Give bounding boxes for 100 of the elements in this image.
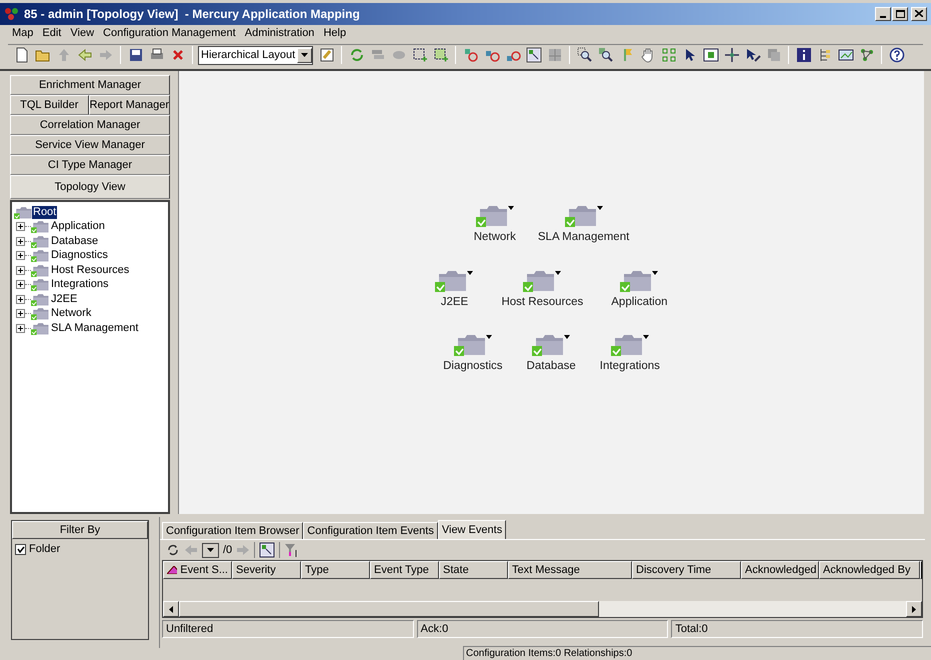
page-dropdown[interactable]	[202, 542, 219, 558]
checkbox[interactable]	[15, 544, 26, 555]
caret-icon	[301, 53, 308, 58]
pointer-pencil-icon[interactable]	[744, 47, 761, 64]
back-arrow-icon[interactable]	[76, 47, 92, 64]
dropdown-arrow-icon[interactable]	[652, 270, 658, 275]
menu-item[interactable]: Map	[12, 24, 34, 42]
dropdown-arrow-icon[interactable]	[467, 270, 474, 275]
column-header[interactable]: Type	[301, 561, 370, 580]
folder-icon	[31, 292, 49, 306]
window-title: 85 - admin [Topology View] - Mercury Application Mapping	[24, 6, 360, 23]
save-icon[interactable]	[128, 47, 144, 64]
select-add-icon[interactable]	[412, 47, 428, 64]
nav-button[interactable]: Service View Manager	[10, 135, 170, 156]
column-header[interactable]: Event S...	[163, 561, 232, 580]
column-header[interactable]: Event Type	[370, 561, 439, 580]
zoom-icon[interactable]	[598, 47, 614, 64]
nav-button[interactable]: Enrichment Manager	[10, 75, 170, 96]
tree-item[interactable]: Host Resources	[50, 264, 130, 277]
folder-icon	[454, 332, 486, 356]
tab[interactable]: Configuration Item Browser	[162, 522, 304, 540]
sort-ascending-icon	[167, 566, 178, 574]
fit-window-icon[interactable]	[702, 47, 719, 64]
tab[interactable]: Configuration Item Events	[303, 522, 438, 540]
status-field: Total:0	[671, 620, 924, 638]
checkbox-label: Folder	[29, 542, 60, 558]
expand-icon[interactable]	[16, 294, 25, 304]
dropdown-arrow-icon[interactable]	[555, 270, 562, 275]
maximize-icon	[896, 10, 904, 18]
tree-item[interactable]: Network	[50, 307, 92, 320]
folder-icon	[31, 264, 49, 277]
folder-icon	[31, 220, 49, 234]
left-arrow-icon	[169, 606, 173, 613]
scroll-thumb[interactable]	[179, 601, 599, 618]
layout-dropdown[interactable]: Hierarchical Layout	[198, 46, 314, 65]
nav-button[interactable]: CI Type Manager	[10, 155, 170, 176]
graph-icon[interactable]	[858, 47, 875, 64]
node-label: Database	[526, 358, 576, 374]
close-icon	[915, 10, 923, 18]
column-header[interactable]: Text Message	[508, 561, 632, 580]
tree-item[interactable]: J2EE	[50, 292, 78, 306]
dropdown-arrow-icon[interactable]	[642, 334, 649, 339]
move-icon[interactable]	[724, 47, 740, 64]
dropdown-arrow-icon[interactable]	[596, 206, 603, 210]
select-add-icon[interactable]	[432, 47, 449, 64]
expand-icon[interactable]	[16, 324, 25, 333]
scroll-left-button[interactable]	[163, 601, 179, 618]
info-icon[interactable]	[796, 47, 812, 64]
expand-icon[interactable]	[16, 280, 25, 290]
column-header[interactable]: Severity	[232, 561, 301, 580]
node-label: Host Resources	[501, 294, 584, 310]
nav-button[interactable]: TQL Builder	[10, 95, 88, 116]
expand-icon[interactable]	[16, 222, 25, 232]
node-label: Network	[474, 230, 516, 246]
expand-icon[interactable]	[16, 251, 25, 260]
tree-item[interactable]: Integrations	[50, 278, 110, 292]
menu-item[interactable]: Edit	[42, 24, 62, 42]
tree-item[interactable]: Database	[50, 234, 100, 248]
scroll-right-button[interactable]	[906, 601, 922, 618]
expand-icon[interactable]	[16, 266, 25, 275]
column-header[interactable]: Acknowledged	[741, 561, 819, 580]
dropdown-arrow-icon[interactable]	[486, 334, 492, 339]
right-arrow-icon	[912, 606, 916, 613]
tab[interactable]: View Events	[438, 520, 506, 540]
minimize-button[interactable]	[875, 6, 891, 21]
nav-button[interactable]: Correlation Manager	[10, 115, 170, 136]
nav-button[interactable]: Topology View	[10, 175, 170, 200]
dropdown-arrow-icon[interactable]	[564, 334, 570, 339]
new-document-icon[interactable]	[14, 47, 30, 64]
tree-item[interactable]: Application	[50, 220, 106, 234]
node-label: Application	[611, 294, 668, 310]
menu-item[interactable]: Help	[323, 24, 346, 42]
nav-button[interactable]: Report Manager	[88, 95, 170, 116]
maximize-button[interactable]	[892, 6, 908, 21]
close-button[interactable]	[911, 6, 927, 21]
folder-icon	[435, 268, 468, 292]
dropdown-arrow-icon[interactable]	[508, 206, 514, 210]
caret-icon	[207, 548, 214, 552]
column-header[interactable]: Acknowledged By	[819, 561, 920, 580]
expand-icon[interactable]	[16, 236, 25, 246]
layout-nodes-icon[interactable]	[660, 47, 677, 64]
node-label: Integrations	[600, 358, 660, 374]
column-header[interactable]: Discovery Time	[632, 561, 741, 580]
menu-item[interactable]: Configuration Management	[103, 24, 236, 42]
refresh-icon[interactable]	[166, 543, 180, 558]
help-icon[interactable]	[888, 47, 905, 64]
expand-icon[interactable]	[259, 542, 276, 558]
tree-item[interactable]: Diagnostics	[50, 249, 109, 262]
zoom-icon[interactable]	[576, 47, 593, 64]
tree-item[interactable]: Root	[32, 206, 58, 219]
column-header[interactable]: State	[439, 561, 508, 580]
menu-item[interactable]: Administration	[244, 24, 314, 42]
horizontal-scrollbar[interactable]	[163, 601, 922, 618]
minimize-icon	[880, 16, 886, 18]
tree-item[interactable]: SLA Management	[50, 322, 140, 335]
page-count: /0	[223, 542, 232, 558]
menu-item[interactable]: View	[70, 24, 94, 42]
filter-header: Filter By	[12, 521, 148, 540]
expand-icon[interactable]	[526, 47, 542, 64]
expand-icon[interactable]	[16, 309, 25, 318]
